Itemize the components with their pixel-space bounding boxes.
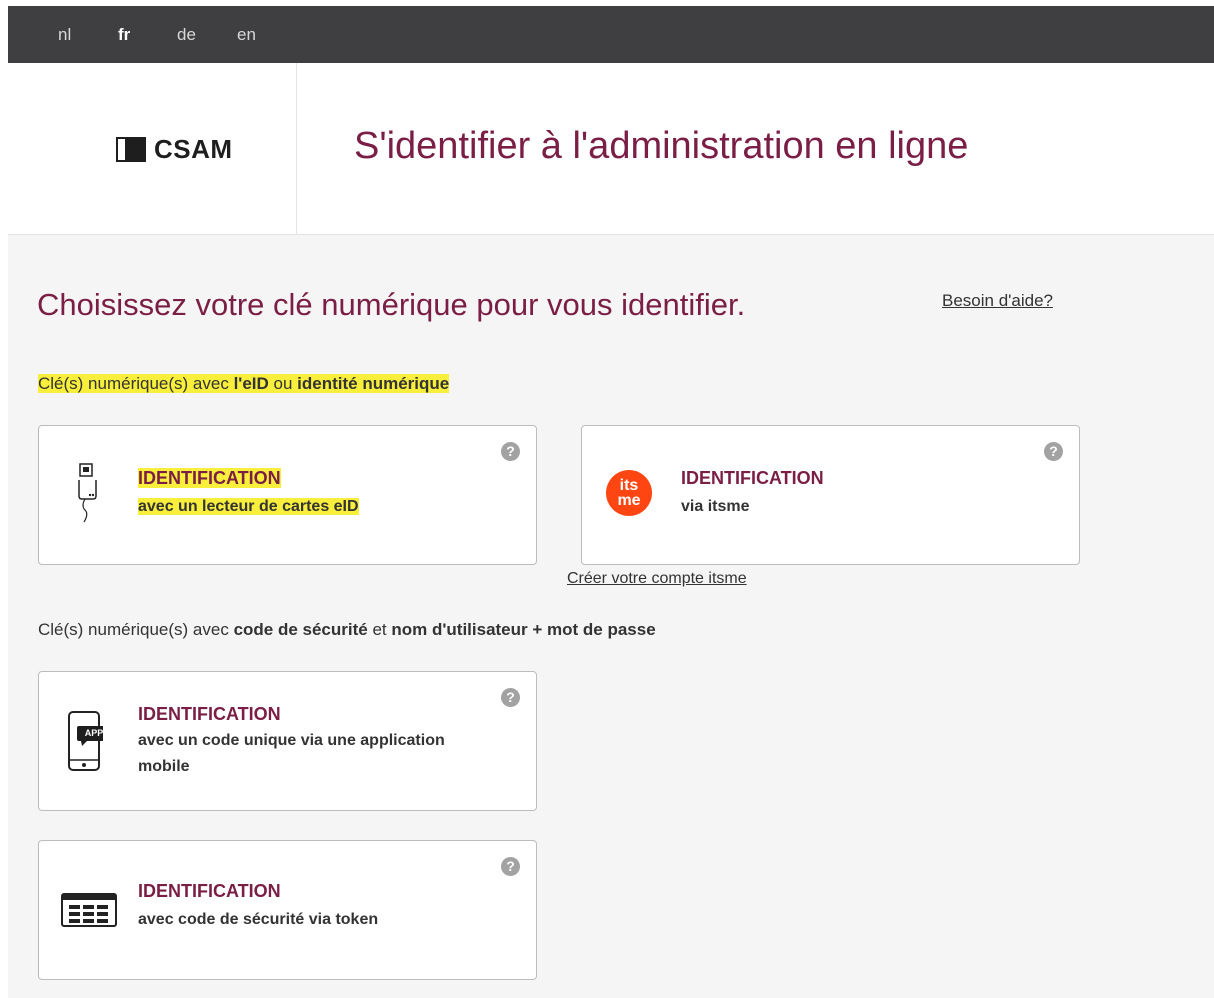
eid-section-label: Clé(s) numérique(s) avec l'eID ou identi… <box>38 374 450 394</box>
app-badge-text: APP <box>84 728 104 738</box>
section2-middle: et <box>367 620 392 639</box>
help-question-icon[interactable]: ? <box>501 857 520 876</box>
card-subtitle: avec code de sécurité via token <box>138 911 379 928</box>
card-subtitle: avec un lecteur de cartes eID <box>138 494 498 520</box>
token-icon <box>61 893 117 927</box>
csam-door-icon <box>116 137 146 162</box>
mobile-app-icon: APP <box>67 710 111 774</box>
card-title: IDENTIFICATION <box>138 704 281 724</box>
csam-logo: CSAM <box>116 133 233 165</box>
section1-bold1: l'eID <box>233 374 269 393</box>
card-title-text: IDENTIFICATION <box>138 468 281 488</box>
help-question-icon[interactable]: ? <box>501 442 520 461</box>
section1-middle: ou <box>268 374 298 393</box>
eid-card-reader-icon <box>78 463 97 523</box>
section2-bold2: nom d'utilisateur + mot de passe <box>391 620 656 639</box>
security-code-section-label: Clé(s) numérique(s) avec code de sécurit… <box>38 620 656 640</box>
section1-bold2: identité numérique <box>297 374 450 393</box>
language-bar: nl fr de en <box>8 6 1214 63</box>
help-question-icon[interactable]: ? <box>1044 442 1063 461</box>
itsme-logo-top: its <box>619 477 639 494</box>
page-header: CSAM S'identifier à l'administration en … <box>8 63 1214 235</box>
lang-link-fr[interactable]: fr <box>118 25 130 45</box>
lang-link-de[interactable]: de <box>177 25 196 45</box>
main-content: Choisissez votre clé numérique pour vous… <box>8 235 1214 998</box>
phone-icon <box>68 711 111 771</box>
token-card[interactable]: ? IDENTIFICATION avec code de sécurité v… <box>38 840 537 980</box>
logo-area: CSAM <box>8 63 297 234</box>
eid-reader-card[interactable]: ? IDENTIFICATION avec un lecteur de cart… <box>38 425 537 565</box>
section1-prefix: Clé(s) numérique(s) avec <box>38 374 234 393</box>
itsme-card[interactable]: ? its me IDENTIFICATION via itsme <box>581 425 1080 565</box>
card-title: IDENTIFICATION <box>681 468 824 488</box>
lang-link-nl[interactable]: nl <box>58 25 71 45</box>
lang-link-en[interactable]: en <box>237 25 256 45</box>
create-itsme-account-link[interactable]: Créer votre compte itsme <box>567 570 747 588</box>
mobile-app-card[interactable]: ? APP IDENTIFICATION avec un code unique… <box>38 671 537 811</box>
page-title: S'identifier à l'administration en ligne <box>354 125 969 167</box>
card-title: IDENTIFICATION <box>138 468 281 489</box>
logo-text: CSAM <box>154 133 233 164</box>
card-subtitle: via itsme <box>681 498 750 515</box>
card-subtitle-text: avec un lecteur de cartes eID <box>138 498 359 515</box>
section2-prefix: Clé(s) numérique(s) avec <box>38 620 234 639</box>
help-question-icon[interactable]: ? <box>501 688 520 707</box>
itsme-logo-bottom: me <box>617 492 641 509</box>
card-title: IDENTIFICATION <box>138 881 281 901</box>
section2-bold1: code de sécurité <box>233 620 368 639</box>
help-link[interactable]: Besoin d'aide? <box>942 291 1053 311</box>
card-subtitle: avec un code unique via une application … <box>138 732 445 775</box>
section-heading: Choisissez votre clé numérique pour vous… <box>37 287 746 322</box>
itsme-logo-icon: its me <box>606 470 652 516</box>
